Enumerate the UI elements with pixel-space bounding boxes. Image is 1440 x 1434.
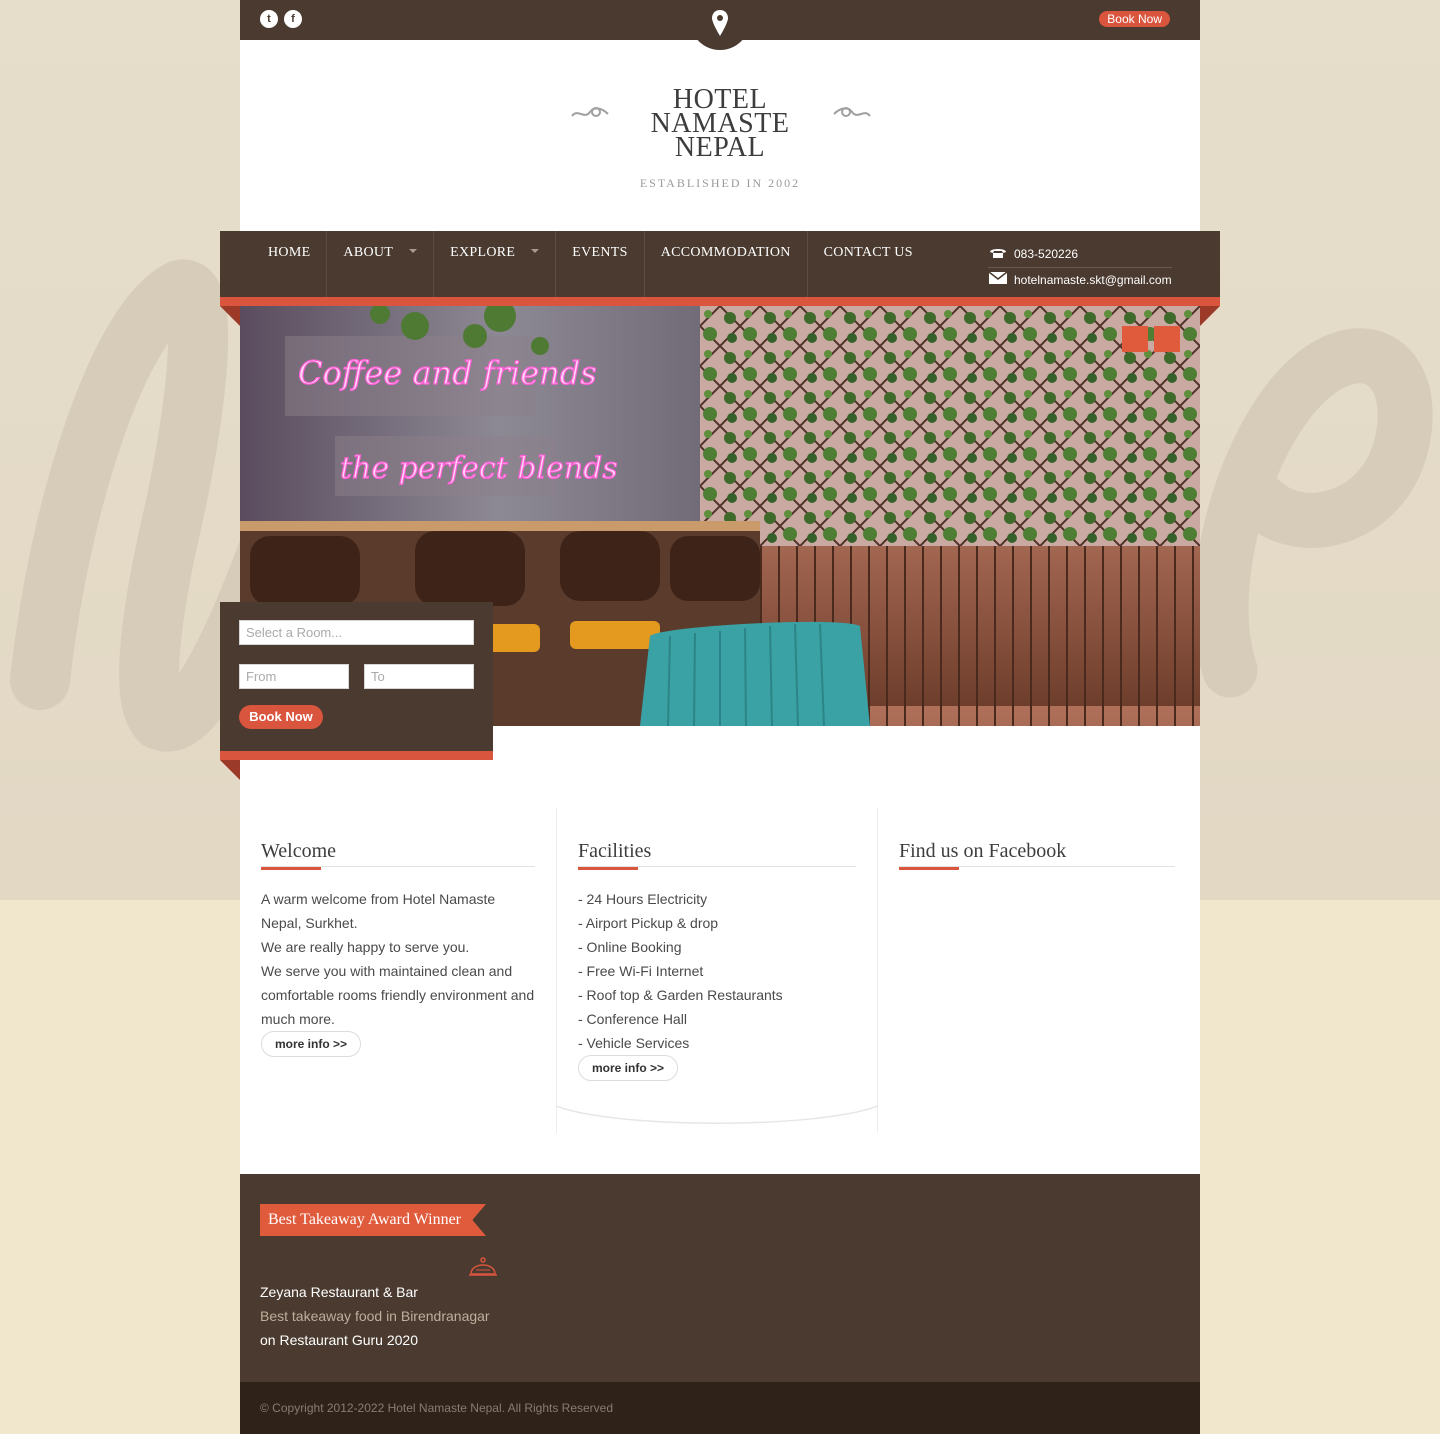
map-pin-icon — [712, 10, 728, 36]
facebook-icon[interactable]: f — [284, 10, 302, 28]
logo-subtitle: ESTABLISHED IN 2002 — [639, 176, 801, 190]
twitter-glyph: t — [267, 13, 271, 25]
contact-info: 083-520226 hotelnamaste.skt@gmail.com — [988, 243, 1172, 291]
twitter-icon[interactable]: t — [260, 10, 278, 28]
nav-item-explore[interactable]: EXPLORE — [434, 231, 557, 297]
welcome-title: Welcome — [261, 840, 535, 870]
facebook-title: Find us on Facebook — [899, 840, 1175, 870]
nav-item-home[interactable]: HOME — [248, 231, 328, 297]
award-description: Best takeaway food in Birendranagar — [260, 1308, 490, 1324]
booking-widget: Book Now — [220, 602, 493, 751]
welcome-line: We are really happy to serve you. — [261, 939, 470, 955]
map-pin-tab[interactable] — [690, 0, 750, 50]
nav-label: HOME — [268, 245, 311, 260]
award-source: on Restaurant Guru 2020 — [260, 1332, 418, 1348]
neon-sign-top: Coffee and friends — [298, 354, 597, 392]
award-text: Zeyana Restaurant & Bar Best takeaway fo… — [260, 1280, 490, 1352]
chevron-down-icon — [531, 248, 540, 253]
cloche-icon — [469, 1257, 497, 1276]
slider-prev-button[interactable] — [1122, 326, 1148, 352]
booking-accent-stripe — [220, 751, 493, 760]
nav-label: ABOUT — [343, 245, 394, 260]
slider-next-button[interactable] — [1154, 326, 1180, 352]
neon-sign-bottom: the perfect blends — [340, 451, 618, 486]
nav-label: EXPLORE — [450, 245, 516, 260]
nav-label: ACCOMMODATION — [660, 245, 791, 260]
facilities-list: - 24 Hours Electricity - Airport Pickup … — [578, 887, 856, 1055]
main-nav: HOME ABOUT EXPLORE EVENTS ACCOMMODATION … — [220, 231, 1220, 297]
facility-item: - Roof top & Garden Restaurants — [578, 987, 783, 1003]
email-address[interactable]: hotelnamaste.skt@gmail.com — [1014, 273, 1172, 287]
book-now-button[interactable]: Book Now — [239, 705, 323, 729]
facility-item: - Conference Hall — [578, 1011, 687, 1027]
slider-controls — [1122, 326, 1180, 352]
phone-row: 083-520226 — [988, 243, 1172, 265]
facebook-section: Find us on Facebook — [899, 840, 1175, 870]
facilities-title: Facilities — [578, 840, 856, 870]
logo-title: HOTEL NAMASTE NEPAL — [240, 86, 1200, 163]
welcome-section: Welcome A warm welcome from Hotel Namast… — [261, 840, 535, 1057]
to-date-input[interactable] — [364, 664, 474, 689]
nav-item-accommodation[interactable]: ACCOMMODATION — [645, 231, 808, 297]
nav-fold-left — [220, 306, 240, 326]
award-restaurant-name: Zeyana Restaurant & Bar — [260, 1284, 418, 1300]
welcome-line: We serve you with maintained clean and c… — [261, 963, 535, 1027]
chevron-down-icon — [409, 248, 418, 253]
nav-label: EVENTS — [572, 245, 628, 260]
top-book-now-button[interactable]: Book Now — [1099, 11, 1170, 27]
phone-number[interactable]: 083-520226 — [1014, 247, 1078, 261]
phone-icon — [988, 247, 1014, 262]
facility-item: - Vehicle Services — [578, 1035, 690, 1051]
mail-icon — [988, 271, 1014, 288]
welcome-more-info-button[interactable]: more info >> — [261, 1031, 362, 1057]
social-links: t f — [260, 10, 302, 28]
nav-label: CONTACT US — [823, 245, 913, 260]
nav-item-contact-us[interactable]: CONTACT US — [808, 231, 929, 297]
email-row: hotelnamaste.skt@gmail.com — [988, 267, 1172, 291]
facebook-glyph: f — [291, 13, 295, 25]
facility-item: - Free Wi-Fi Internet — [578, 963, 704, 979]
welcome-text: A warm welcome from Hotel Namaste Nepal,… — [261, 887, 535, 1031]
from-date-input[interactable] — [239, 664, 349, 689]
facilities-section: Facilities - 24 Hours Electricity - Airp… — [578, 840, 856, 1081]
room-select[interactable] — [239, 620, 474, 645]
facility-item: - Airport Pickup & drop — [578, 915, 719, 931]
logo-line-3: NEPAL — [674, 132, 766, 163]
footer: Best Takeaway Award Winner Zeyana Restau… — [240, 1174, 1200, 1382]
facilities-box-curve — [556, 1105, 878, 1124]
nav-menu: HOME ABOUT EXPLORE EVENTS ACCOMMODATION … — [248, 231, 929, 297]
nav-item-events[interactable]: EVENTS — [556, 231, 645, 297]
facility-item: - 24 Hours Electricity — [578, 891, 708, 907]
nav-accent-stripe — [220, 297, 1220, 306]
facility-item: - Online Booking — [578, 939, 682, 955]
facilities-more-info-button[interactable]: more info >> — [578, 1055, 679, 1081]
hotel-logo[interactable]: HOTEL NAMASTE NEPAL ESTABLISHED IN 2002 — [240, 86, 1200, 191]
nav-item-about[interactable]: ABOUT — [327, 231, 435, 297]
copyright-text: © Copyright 2012-2022 Hotel Namaste Nepa… — [240, 1382, 1200, 1434]
page-container: t f Book Now HOTEL NAMASTE NEPAL ESTABLI… — [220, 0, 1220, 1434]
nav-fold-right — [1200, 306, 1220, 326]
award-ribbon: Best Takeaway Award Winner — [260, 1204, 486, 1236]
welcome-line: A warm welcome from Hotel Namaste Nepal,… — [261, 891, 496, 931]
booking-fold — [220, 760, 240, 780]
